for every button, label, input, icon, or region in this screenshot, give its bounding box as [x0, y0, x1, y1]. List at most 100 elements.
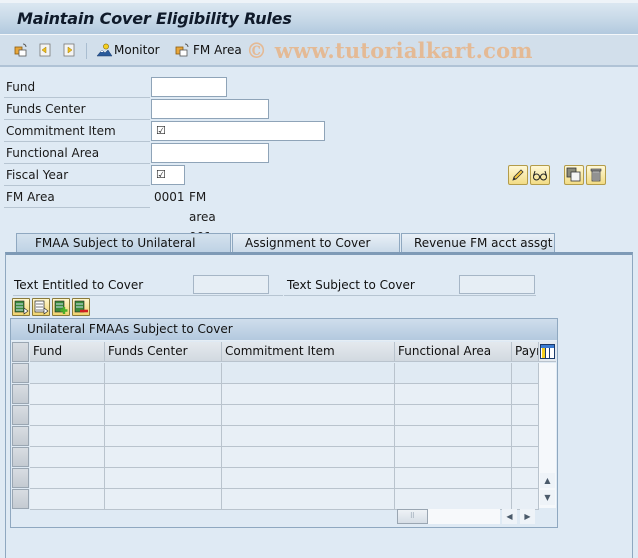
text-entitled-input[interactable]: [193, 275, 269, 294]
table-cell-functional-area[interactable]: [395, 384, 512, 405]
table-cell-funds-center[interactable]: [105, 426, 222, 447]
other-object-icon[interactable]: [14, 43, 28, 57]
commitment-item-label: Commitment Item: [4, 121, 150, 142]
tab-assignment-to-cover-pool[interactable]: Assignment to Cover Pool: [232, 233, 400, 268]
fund-input[interactable]: [151, 77, 227, 97]
table-cell-fund[interactable]: [30, 426, 105, 447]
row-selector[interactable]: [12, 405, 29, 425]
row-selector[interactable]: [12, 447, 29, 467]
table-cell-fund[interactable]: [30, 447, 105, 468]
table-cell-funds-center[interactable]: [105, 363, 222, 384]
display-button[interactable]: [530, 165, 550, 185]
change-button[interactable]: [508, 165, 528, 185]
deselect-all-icon: [34, 300, 49, 315]
table-cell-payr[interactable]: [512, 405, 539, 426]
select-all-rows-corner[interactable]: [12, 342, 29, 362]
table-cell-payr[interactable]: [512, 426, 539, 447]
tab-fmaa-subject-to-unilateral-cover[interactable]: FMAA Subject to Unilateral Cover: [16, 233, 231, 268]
select-all-icon: [14, 300, 29, 315]
scroll-right-button[interactable]: ▶: [520, 509, 535, 524]
table-cell-funds-center[interactable]: [105, 405, 222, 426]
column-settings-icon: [540, 344, 555, 359]
table-cell-payr[interactable]: [512, 447, 539, 468]
column-header-funds-center[interactable]: Funds Center: [105, 342, 222, 362]
table-cell-fund[interactable]: [30, 363, 105, 384]
table-cell-fund[interactable]: [30, 489, 105, 510]
row-selector[interactable]: [12, 468, 29, 488]
horizontal-scroll-thumb[interactable]: ⠿: [397, 509, 428, 524]
text-subject-input[interactable]: [459, 275, 535, 294]
row-selector[interactable]: [12, 384, 29, 404]
next-icon[interactable]: [62, 43, 76, 57]
table-cell-fund[interactable]: [30, 405, 105, 426]
table-title: Unilateral FMAAs Subject to Cover: [11, 319, 557, 341]
previous-icon[interactable]: [38, 43, 52, 57]
table-cell-functional-area[interactable]: [395, 426, 512, 447]
fund-label: Fund: [4, 77, 150, 98]
insert-row-button[interactable]: [52, 298, 70, 316]
table-cell-functional-area[interactable]: [395, 489, 512, 510]
column-settings-button[interactable]: [539, 342, 556, 362]
table-cell-functional-area[interactable]: [395, 447, 512, 468]
table-cell-commitment-item[interactable]: [222, 489, 395, 510]
functional-area-input[interactable]: [151, 143, 269, 163]
fm-area-field-label: FM Area: [4, 187, 150, 208]
table-cell-commitment-item[interactable]: [222, 363, 395, 384]
fm-area-label: FM Area: [193, 43, 242, 57]
table-cell-fund[interactable]: [30, 384, 105, 405]
table-cell-funds-center[interactable]: [105, 384, 222, 405]
funds-center-label: Funds Center: [4, 99, 150, 120]
monitor-label: Monitor: [114, 43, 160, 57]
table-cell-commitment-item[interactable]: [222, 447, 395, 468]
functional-area-label: Functional Area: [4, 143, 150, 164]
deselect-all-button[interactable]: [32, 298, 50, 316]
table-cell-funds-center[interactable]: [105, 468, 222, 489]
watermark: © www.tutorialkart.com: [246, 38, 533, 63]
table-cell-funds-center[interactable]: [105, 447, 222, 468]
table-cell-payr[interactable]: [512, 384, 539, 405]
delete-button[interactable]: [586, 165, 606, 185]
table-cell-payr[interactable]: [512, 489, 539, 510]
column-header-fund[interactable]: Fund: [30, 342, 105, 362]
fiscal-year-input[interactable]: ☑: [151, 165, 185, 185]
table-cell-commitment-item[interactable]: [222, 384, 395, 405]
pencil-icon: [512, 169, 524, 181]
column-header-commitment-item[interactable]: Commitment Item: [222, 342, 395, 362]
scroll-up-button[interactable]: ▲: [540, 473, 555, 488]
trash-icon: [590, 168, 602, 182]
copy-button[interactable]: [564, 165, 584, 185]
column-header-payr[interactable]: Payr: [512, 342, 539, 362]
table-cell-functional-area[interactable]: [395, 468, 512, 489]
row-selector[interactable]: [12, 489, 29, 509]
scroll-left-button[interactable]: ◀: [502, 509, 517, 524]
table-cell-functional-area[interactable]: [395, 363, 512, 384]
copy-icon: [566, 167, 581, 182]
application-toolbar: Monitor FM Area © www.tutorialkart.com: [0, 35, 638, 67]
horizontal-scrollbar[interactable]: [428, 509, 500, 524]
title-bar: Maintain Cover Eligibility Rules: [0, 0, 638, 35]
table-cell-fund[interactable]: [30, 468, 105, 489]
table-cell-commitment-item[interactable]: [222, 468, 395, 489]
delete-row-button[interactable]: [72, 298, 90, 316]
table-cell-payr[interactable]: [512, 363, 539, 384]
monitor-icon: [96, 43, 113, 57]
select-all-button[interactable]: [12, 298, 30, 316]
commitment-item-input[interactable]: ☑: [151, 121, 325, 141]
funds-center-input[interactable]: [151, 99, 269, 119]
vertical-scrollbar[interactable]: ▲ ▼: [539, 363, 556, 508]
table-cell-functional-area[interactable]: [395, 405, 512, 426]
table-cell-commitment-item[interactable]: [222, 405, 395, 426]
tab-label: Revenue FM acct assgt: [414, 236, 553, 250]
delete-row-icon: [74, 300, 88, 313]
glasses-icon: [533, 170, 547, 181]
table-cell-commitment-item[interactable]: [222, 426, 395, 447]
table-cell-funds-center[interactable]: [105, 489, 222, 510]
row-selector[interactable]: [12, 363, 29, 383]
table-cell-payr[interactable]: [512, 468, 539, 489]
column-header-functional-area[interactable]: Functional Area: [395, 342, 512, 362]
tab-revenue-fm-acct-assgt[interactable]: Revenue FM acct assgt: [401, 233, 555, 253]
fm-area-icon: [175, 43, 189, 57]
scroll-down-button[interactable]: ▼: [540, 490, 555, 505]
row-selector[interactable]: [12, 426, 29, 446]
page-title: Maintain Cover Eligibility Rules: [17, 9, 292, 28]
